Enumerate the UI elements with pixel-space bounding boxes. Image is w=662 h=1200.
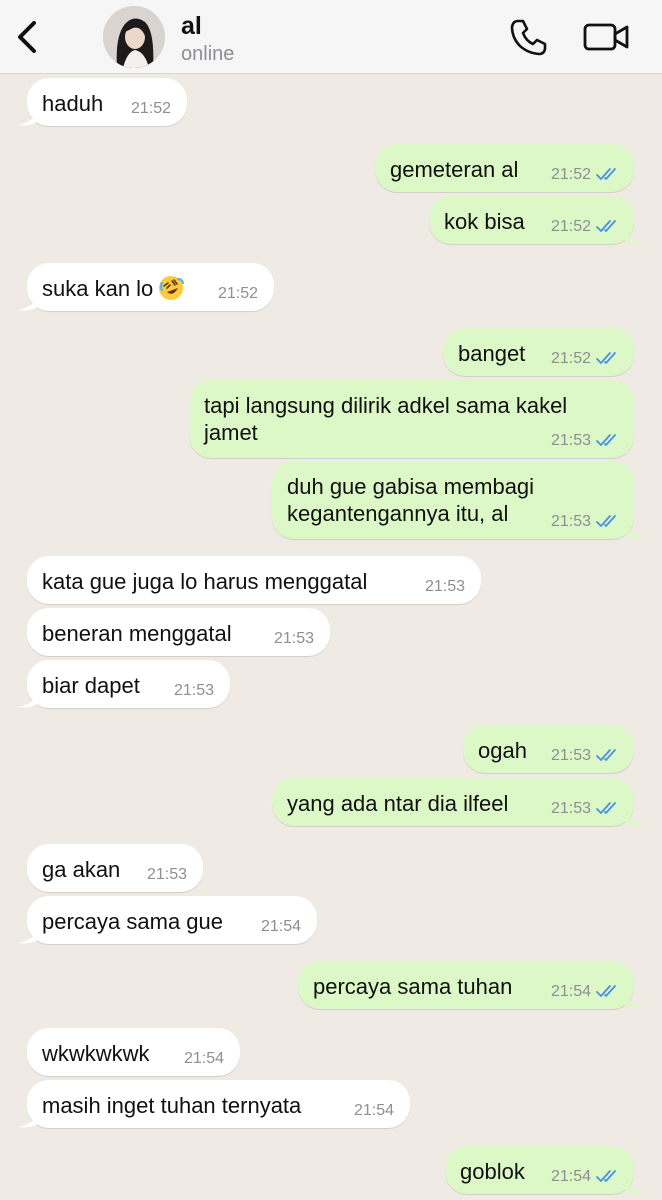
bubble-tail <box>625 812 645 826</box>
incoming-message[interactable]: percaya sama gue 21:54 <box>27 896 317 944</box>
contact-name[interactable]: al <box>181 12 202 41</box>
avatar[interactable] <box>103 6 165 68</box>
message-text: percaya sama tuhan <box>313 974 513 999</box>
message-text: yang ada ntar dia ilfeel <box>287 791 509 816</box>
bubble-tail <box>625 995 645 1009</box>
message-text: goblok <box>460 1159 525 1184</box>
message-list[interactable]: haduh 21:52 gemeteran al 21:52 kok bisa … <box>0 0 662 1200</box>
outgoing-message[interactable]: ogah 21:53 <box>463 725 634 773</box>
bubble-tail <box>625 230 645 244</box>
message-time: 21:52 <box>130 100 171 117</box>
outgoing-message[interactable]: duh gue gabisa membagi kegantengannya it… <box>272 461 634 539</box>
incoming-message[interactable]: masih inget tuhan ternyata 21:54 <box>27 1080 410 1128</box>
read-receipt-icon <box>596 168 616 180</box>
message-time: 21:53 <box>550 800 591 817</box>
message-text: kok bisa <box>444 209 525 234</box>
rolling-on-floor-laughing-emoji <box>159 276 185 300</box>
outgoing-message[interactable]: percaya sama tuhan 21:54 <box>298 961 634 1009</box>
message-text: ga akan <box>42 857 121 882</box>
read-receipt-icon <box>596 802 616 814</box>
message-time: 21:54 <box>183 1050 224 1067</box>
outgoing-message[interactable]: goblok 21:54 <box>445 1146 634 1194</box>
read-receipt-icon <box>596 220 616 232</box>
incoming-message[interactable]: haduh 21:52 <box>27 78 187 126</box>
message-text: beneran menggatal <box>42 621 232 646</box>
incoming-message[interactable]: beneran menggatal 21:53 <box>27 608 330 656</box>
bubble-tail <box>17 1114 37 1128</box>
message-text: gemeteran al <box>390 157 519 182</box>
read-receipt-icon <box>596 749 616 761</box>
bubble-tail <box>17 112 37 126</box>
outgoing-message[interactable]: tapi langsung dilirik adkel sama kakel j… <box>189 380 634 458</box>
video-camera-icon[interactable] <box>582 18 630 56</box>
message-time: 21:53 <box>173 682 214 699</box>
message-time: 21:53 <box>273 630 314 647</box>
message-time: 21:52 <box>217 285 258 302</box>
message-text: tapi langsung dilirik adkel sama kakel j… <box>204 393 568 445</box>
message-time: 21:53 <box>146 866 187 883</box>
incoming-message[interactable]: kata gue juga lo harus menggatal 21:53 <box>27 556 481 604</box>
message-time: 21:54 <box>550 1168 591 1185</box>
message-text: percaya sama gue <box>42 909 223 934</box>
outgoing-message[interactable]: kok bisa 21:52 <box>429 196 634 244</box>
message-time: 21:54 <box>260 918 301 935</box>
read-receipt-icon <box>596 1170 616 1182</box>
message-time: 21:53 <box>424 578 465 595</box>
bubble-tail <box>17 297 37 311</box>
outgoing-message[interactable]: gemeteran al 21:52 <box>375 144 634 192</box>
outgoing-message[interactable]: banget 21:52 <box>443 328 634 376</box>
read-receipt-icon <box>596 985 616 997</box>
incoming-message[interactable]: wkwkwkwk 21:54 <box>27 1028 240 1076</box>
message-time: 21:53 <box>550 432 591 449</box>
incoming-message[interactable]: ga akan 21:53 <box>27 844 203 892</box>
chevron-left-icon[interactable] <box>12 16 46 58</box>
contact-status: online <box>181 43 235 65</box>
message-time: 21:52 <box>550 350 591 367</box>
bubble-tail <box>17 930 37 944</box>
message-text: kata gue juga lo harus menggatal <box>42 569 368 594</box>
bubble-tail <box>625 1180 645 1194</box>
bubble-tail <box>625 525 645 539</box>
message-text: haduh <box>42 91 104 116</box>
message-text: banget <box>458 341 526 366</box>
outgoing-message[interactable]: yang ada ntar dia ilfeel 21:53 <box>272 778 634 826</box>
message-time: 21:53 <box>550 513 591 530</box>
message-time: 21:52 <box>550 166 591 183</box>
message-time: 21:54 <box>550 983 591 1000</box>
message-time: 21:52 <box>550 218 591 235</box>
bubble-tail <box>17 694 37 708</box>
incoming-message[interactable]: suka kan lo 21:52 <box>27 263 274 311</box>
message-time: 21:54 <box>353 1102 394 1119</box>
read-receipt-icon <box>596 434 616 446</box>
message-text: suka kan lo <box>42 275 185 302</box>
profile-photo <box>103 6 165 68</box>
chat-header: al online <box>0 0 662 74</box>
read-receipt-icon <box>596 352 616 364</box>
message-text: masih inget tuhan ternyata <box>42 1093 302 1118</box>
message-text: duh gue gabisa membagi kegantengannya it… <box>287 474 535 526</box>
phone-icon[interactable] <box>508 16 550 58</box>
read-receipt-icon <box>596 515 616 527</box>
message-text: biar dapet <box>42 673 140 698</box>
message-text: ogah <box>478 738 527 763</box>
message-text: wkwkwkwk <box>42 1041 150 1066</box>
message-time: 21:53 <box>550 747 591 764</box>
incoming-message[interactable]: biar dapet 21:53 <box>27 660 230 708</box>
